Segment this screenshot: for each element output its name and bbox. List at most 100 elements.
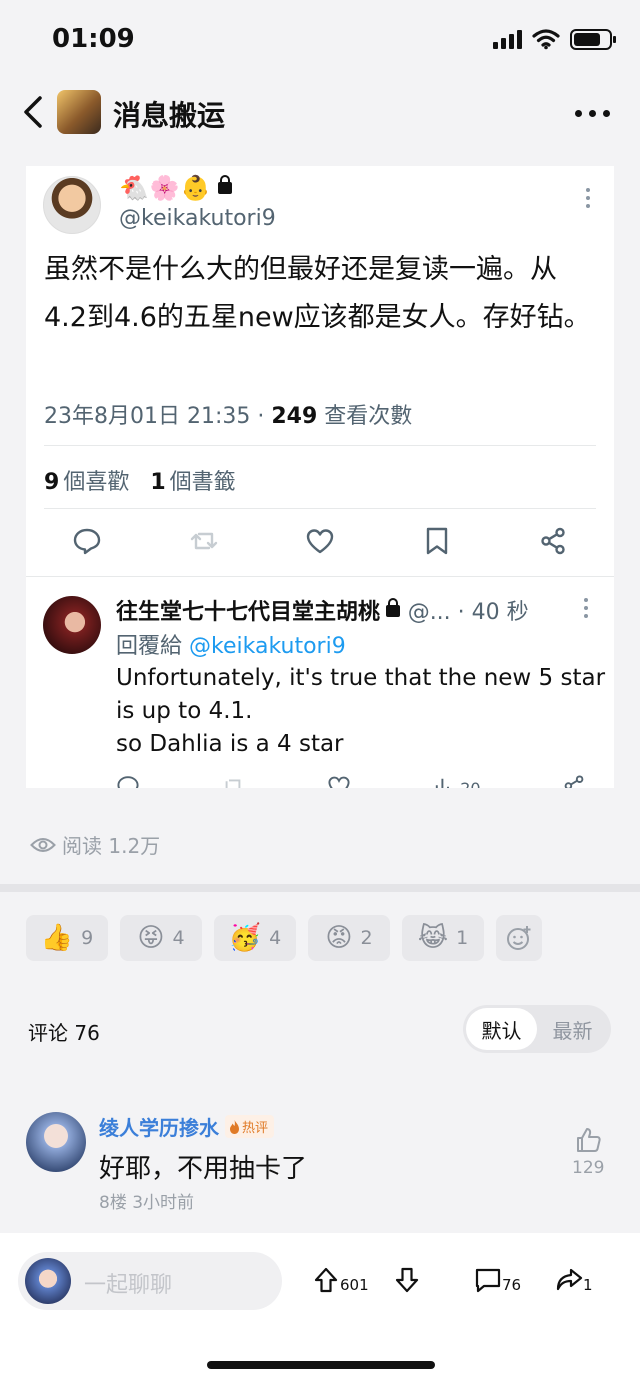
cellular-signal-icon — [493, 29, 522, 49]
thumbs-up-icon: 👍 — [40, 923, 74, 953]
retweet-icon[interactable] — [221, 774, 245, 788]
views-icon — [436, 778, 450, 788]
reply-to: 回覆給 @keikakutori9 — [116, 628, 346, 660]
reply-views-count: 20 — [460, 779, 480, 788]
tweet-author-handle[interactable]: @keikakutori9 — [119, 206, 276, 231]
divider — [44, 445, 596, 446]
page-title: 消息搬运 — [113, 99, 226, 132]
comments-count: 评论 76 — [28, 1021, 100, 1045]
reaction-laugh[interactable]: 😹 1 — [402, 915, 484, 961]
tweet-meta: 23年8月01日 21:35 · 249 查看次數 — [44, 398, 412, 430]
heart-icon[interactable] — [305, 526, 335, 556]
flame-icon — [230, 1119, 239, 1134]
reaction-party[interactable]: 🥳 4 — [214, 915, 296, 961]
reply-author[interactable]: 往生堂七十七代目堂主胡桃 @... · 40 秒 — [116, 594, 529, 626]
bookmark-icon[interactable] — [422, 526, 452, 556]
share-arrow-icon — [556, 1268, 583, 1291]
reply-handle-time: @... · 40 秒 — [407, 600, 529, 625]
tweet-author-avatar[interactable] — [43, 176, 101, 234]
add-emoji-icon — [507, 926, 531, 950]
back-chevron-icon[interactable] — [18, 92, 54, 132]
heart-icon[interactable] — [327, 774, 351, 788]
tweet-author-name[interactable]: 🐔🌸👶 — [119, 174, 232, 202]
laughing-face-icon: 😹 — [417, 923, 449, 953]
reply-to-handle[interactable]: @keikakutori9 — [189, 634, 346, 659]
reaction-angry[interactable]: 😡 2 — [308, 915, 390, 961]
comment-meta: 8楼 3小时前 — [99, 1193, 195, 1213]
add-reaction-button[interactable] — [496, 915, 542, 961]
tweet-card[interactable]: 🐔🌸👶 @keikakutori9 虽然不是什么大的但最好还是复读一遍。从4.2… — [26, 166, 614, 788]
tweet-views-label: 查看次數 — [317, 404, 413, 429]
party-face-icon: 🥳 — [228, 923, 262, 953]
arrow-down-icon — [395, 1267, 419, 1293]
lock-icon — [217, 175, 232, 194]
status-time: 01:09 — [52, 24, 135, 54]
tweet-more-icon[interactable] — [586, 188, 590, 208]
divider — [44, 508, 596, 509]
eye-icon — [30, 837, 56, 852]
my-avatar — [25, 1258, 71, 1304]
angry-face-icon: 😡 — [325, 923, 353, 953]
read-count-text: 阅读 1.2万 — [62, 834, 161, 858]
sort-default-button[interactable]: 默认 — [466, 1008, 537, 1050]
status-icons — [493, 28, 616, 50]
comments-count-bottom: 76 — [502, 1276, 522, 1294]
battery-icon — [570, 28, 616, 50]
share-button[interactable]: 1 — [555, 1266, 593, 1294]
reply-icon[interactable] — [72, 526, 102, 556]
reaction-count: 9 — [81, 927, 94, 949]
upvote-button[interactable]: 601 — [312, 1266, 369, 1294]
reply-icon[interactable] — [116, 774, 140, 788]
bookmarks-count: 1 — [150, 470, 166, 495]
likes-label: 個喜歡 — [63, 470, 130, 495]
reaction-count: 2 — [360, 927, 373, 949]
reaction-tongue[interactable]: 😝 4 — [120, 915, 202, 961]
downvote-button[interactable] — [393, 1266, 421, 1294]
retweet-icon[interactable] — [189, 526, 219, 556]
share-icon[interactable] — [562, 774, 586, 788]
more-options-icon[interactable] — [575, 110, 610, 117]
lock-icon — [386, 598, 401, 617]
thumbs-up-outline-icon — [577, 1128, 601, 1152]
upvote-count: 601 — [340, 1276, 369, 1294]
reply-text-line: so Dahlia is a 4 star — [116, 731, 344, 757]
reply-actions: 20 — [116, 774, 586, 788]
sort-latest-button[interactable]: 最新 — [537, 1008, 608, 1050]
comment-avatar[interactable] — [26, 1112, 86, 1172]
section-divider — [0, 884, 640, 892]
likes-count: 9 — [44, 470, 60, 495]
share-count: 1 — [583, 1276, 593, 1294]
tweet-stats: 9 個喜歡 1 個書籤 — [44, 464, 236, 496]
views-stat[interactable]: 20 — [432, 774, 481, 788]
share-icon[interactable] — [538, 526, 568, 556]
reply-text-line: is up to 4.1. — [116, 698, 253, 724]
reaction-count: 4 — [269, 927, 282, 949]
tweet-views-count: 249 — [271, 404, 318, 429]
hot-badge-label: 热评 — [242, 1121, 269, 1136]
tweet-text: 虽然不是什么大的但最好还是复读一遍。从4.2到4.6的五星new应该都是女人。存… — [44, 254, 591, 333]
reaction-thumbs-up[interactable]: 👍 9 — [26, 915, 108, 961]
comment-sort-toggle: 默认 最新 — [463, 1005, 611, 1053]
reaction-bar: 👍 9 😝 4 🥳 4 😡 2 😹 1 — [26, 915, 542, 961]
bookmarks-label: 個書籤 — [169, 470, 236, 495]
comments-button[interactable]: 76 — [474, 1266, 521, 1294]
home-indicator — [207, 1361, 435, 1369]
reply-to-prefix: 回覆給 — [116, 634, 189, 659]
reply-author-avatar[interactable] — [43, 596, 101, 654]
comment-author[interactable]: 绫人学历掺水 热评 — [99, 1112, 275, 1141]
hot-comment-badge: 热评 — [225, 1115, 275, 1138]
tweet-date: 23年8月01日 21:35 · — [44, 404, 272, 429]
reply-author-name: 往生堂七十七代目堂主胡桃 — [116, 600, 381, 625]
reply-text-line: Unfortunately, it's true that the new 5 … — [116, 665, 606, 691]
comment-input-placeholder: 一起聊聊 — [84, 1273, 173, 1298]
read-count: 阅读 1.2万 — [30, 830, 160, 859]
divider — [26, 576, 614, 577]
channel-avatar[interactable] — [57, 90, 101, 134]
comment-like-count: 129 — [572, 1158, 605, 1178]
arrow-up-icon — [314, 1267, 338, 1293]
comment-like-button[interactable]: 129 — [572, 1126, 604, 1178]
tweet-actions — [44, 526, 596, 556]
reply-more-icon[interactable] — [584, 598, 588, 618]
reaction-count: 1 — [456, 927, 469, 949]
comment-text: 好耶，不用抽卡了 — [99, 1154, 308, 1184]
